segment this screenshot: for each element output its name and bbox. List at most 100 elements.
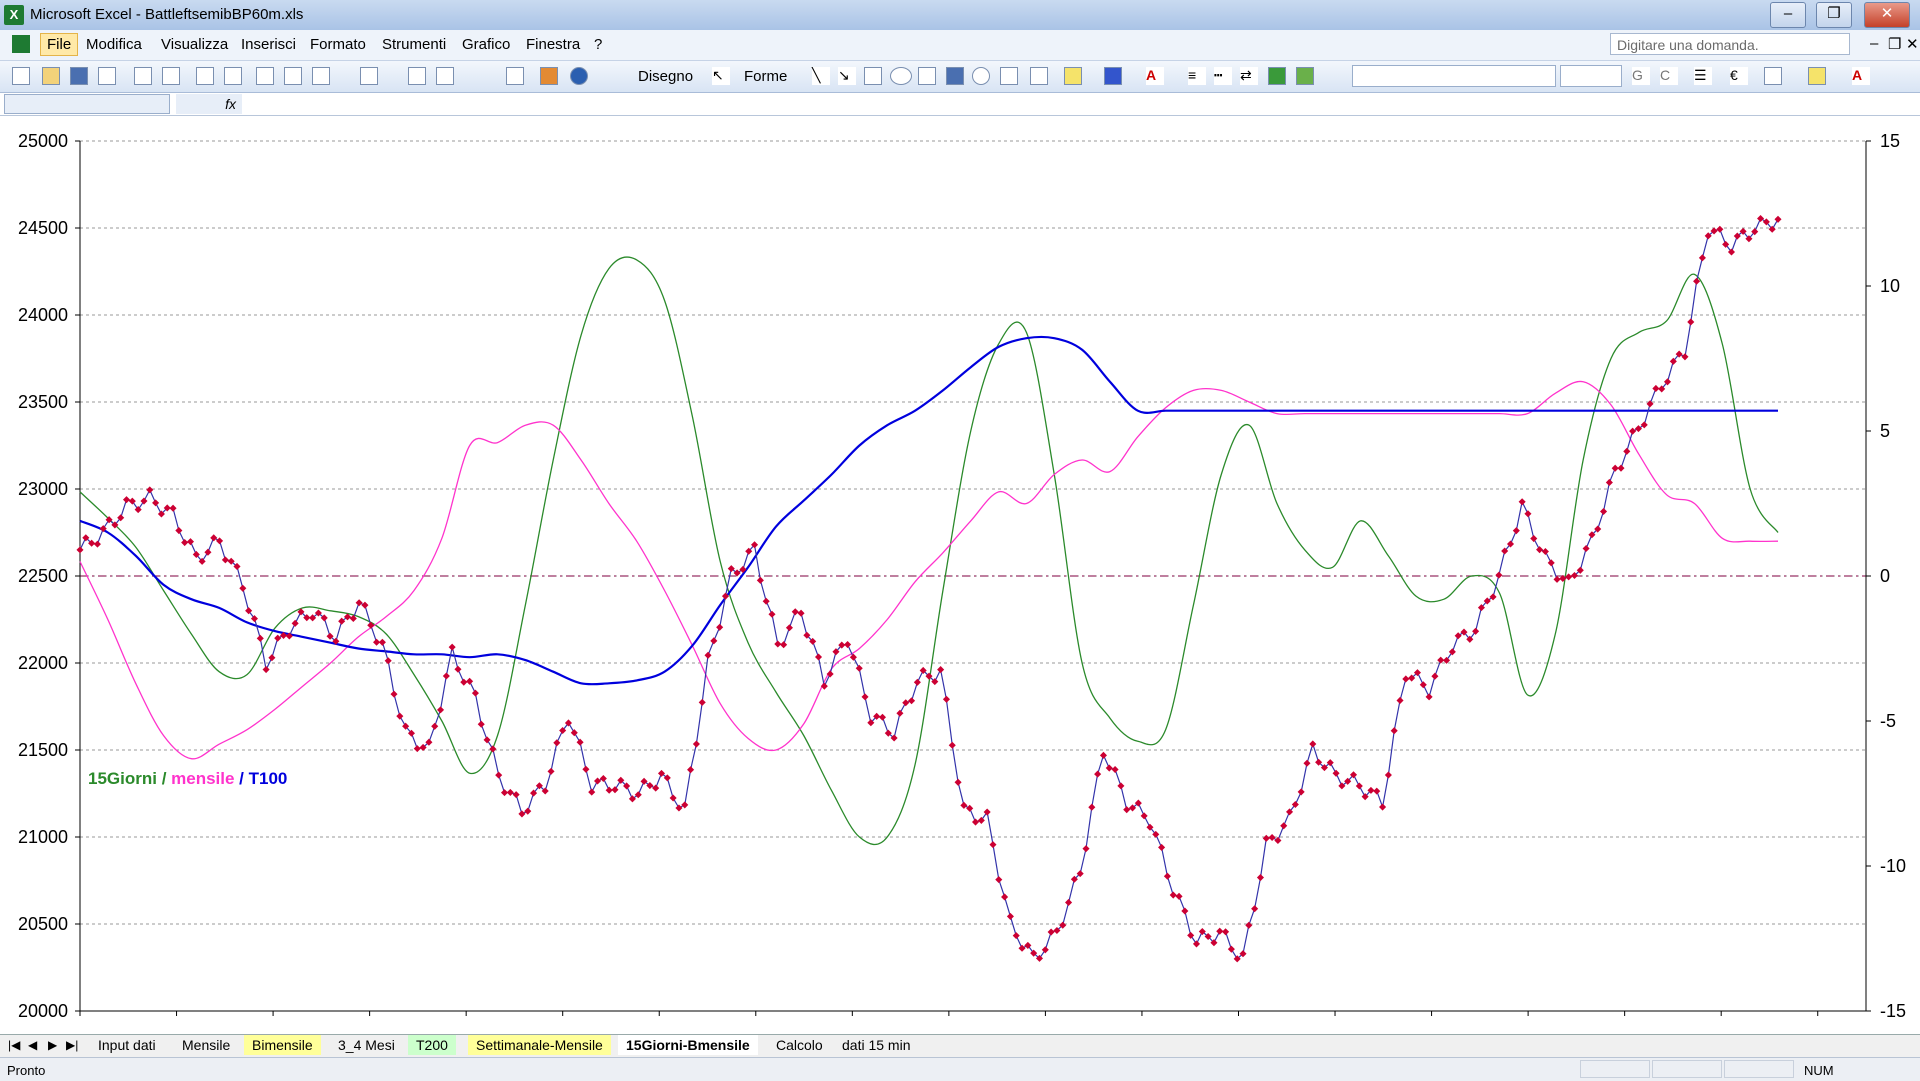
- cell-font-color-icon[interactable]: A: [1852, 67, 1870, 85]
- sheet-tab-3-4-mesi[interactable]: 3_4 Mesi: [330, 1035, 403, 1055]
- hyperlink-icon[interactable]: [408, 67, 426, 85]
- clipart-icon[interactable]: [1000, 67, 1018, 85]
- copy-icon[interactable]: [284, 67, 302, 85]
- sheet-tab-calcolo[interactable]: Calcolo: [768, 1035, 831, 1055]
- paste-icon[interactable]: [312, 67, 330, 85]
- fx-icon[interactable]: fx: [176, 94, 242, 114]
- last-sheet-icon[interactable]: ▶|: [66, 1038, 78, 1052]
- price-marker: [861, 693, 869, 701]
- menu-grafico[interactable]: Grafico: [462, 36, 510, 53]
- borders-icon[interactable]: [1764, 67, 1782, 85]
- new-icon[interactable]: [12, 67, 30, 85]
- rectangle-icon[interactable]: [864, 67, 882, 85]
- sheet-icon[interactable]: [12, 35, 30, 53]
- price-marker: [431, 722, 439, 730]
- wordart-icon[interactable]: [946, 67, 964, 85]
- doc-minimize-icon[interactable]: –: [1870, 35, 1878, 52]
- sheet-tab-t200[interactable]: T200: [408, 1035, 456, 1055]
- bold-icon[interactable]: G: [1632, 67, 1650, 85]
- menu-inserisci[interactable]: Inserisci: [241, 36, 296, 53]
- undo-icon[interactable]: [360, 67, 378, 85]
- sheet-tab-bimensile[interactable]: Bimensile: [244, 1035, 321, 1055]
- price-marker: [1187, 931, 1195, 939]
- chart-wizard-icon[interactable]: [540, 67, 558, 85]
- price-marker: [1646, 400, 1654, 408]
- price-marker: [1268, 833, 1276, 842]
- select-pointer-icon[interactable]: ↖: [712, 67, 730, 85]
- price-marker: [471, 689, 479, 697]
- arrow-icon[interactable]: ↘: [838, 67, 856, 85]
- shadow-icon[interactable]: [1268, 67, 1286, 85]
- cut-icon[interactable]: [256, 67, 274, 85]
- menu-strumenti[interactable]: Strumenti: [382, 36, 446, 53]
- line-style-icon[interactable]: ≡: [1188, 67, 1206, 85]
- menu-formato[interactable]: Formato: [310, 36, 366, 53]
- print-icon[interactable]: [134, 67, 152, 85]
- save-icon[interactable]: [70, 67, 88, 85]
- price-marker: [1117, 782, 1125, 790]
- arrow-style-icon[interactable]: ⇄: [1240, 67, 1258, 85]
- draw-menu[interactable]: Disegno: [638, 68, 693, 85]
- print-preview-icon[interactable]: [162, 67, 180, 85]
- menu-help[interactable]: ?: [594, 36, 602, 53]
- dash-style-icon[interactable]: ┅: [1214, 67, 1232, 85]
- align-icon[interactable]: ☰: [1694, 67, 1712, 85]
- doc-restore-icon[interactable]: ❐: [1888, 35, 1901, 53]
- restore-button[interactable]: ❐: [1816, 2, 1852, 28]
- first-sheet-icon[interactable]: |◀: [8, 1038, 20, 1052]
- font-color-icon[interactable]: A: [1146, 67, 1164, 85]
- line-color-icon[interactable]: [1104, 67, 1122, 85]
- textbox-icon[interactable]: [918, 67, 936, 85]
- chart-area[interactable]: 25000 24500 24000 23500 23000 22500 22000 21500…: [0, 116, 1920, 1033]
- help-icon[interactable]: [570, 67, 588, 85]
- next-sheet-icon[interactable]: ▶: [48, 1038, 57, 1052]
- y-left-tick-label: 24500: [18, 218, 68, 238]
- name-box[interactable]: [4, 94, 170, 114]
- price-marker: [506, 788, 514, 796]
- sum-icon[interactable]: [436, 67, 454, 85]
- sheet-tab-15giorni-bmensile[interactable]: 15Giorni-Bmensile: [618, 1035, 758, 1055]
- doc-close-icon[interactable]: ✕: [1906, 35, 1919, 53]
- oval-icon[interactable]: [890, 67, 912, 85]
- price-marker: [814, 653, 823, 661]
- price-marker: [1536, 546, 1544, 554]
- status-num: NUM: [1804, 1063, 1834, 1078]
- 3d-icon[interactable]: [1296, 67, 1314, 85]
- italic-icon[interactable]: C: [1660, 67, 1678, 85]
- price-marker: [1006, 912, 1014, 920]
- excel-app-icon[interactable]: X: [4, 5, 24, 25]
- sheet-tab-dati-15-min[interactable]: dati 15 min: [834, 1035, 918, 1055]
- font-name-select[interactable]: [1352, 65, 1556, 87]
- menu-file[interactable]: File: [40, 33, 79, 56]
- price-marker: [1297, 788, 1305, 796]
- legend-mensile: mensile: [171, 769, 234, 788]
- price-marker: [710, 637, 718, 645]
- price-marker: [820, 682, 828, 690]
- sheet-tab-settimanale-mensile[interactable]: Settimanale-Mensile: [468, 1035, 611, 1055]
- spelling-icon[interactable]: [196, 67, 214, 85]
- cell-fill-icon[interactable]: [1808, 67, 1826, 85]
- price-marker: [698, 698, 706, 706]
- menu-visualizza[interactable]: Visualizza: [161, 36, 228, 53]
- prev-sheet-icon[interactable]: ◀: [28, 1038, 37, 1052]
- sheet-tab-input-dati[interactable]: Input dati: [90, 1035, 164, 1055]
- shapes-menu[interactable]: Forme: [744, 68, 787, 85]
- fill-color-icon[interactable]: [1064, 67, 1082, 85]
- menu-modifica[interactable]: Modifica: [86, 36, 142, 53]
- sort-icon[interactable]: [506, 67, 524, 85]
- open-icon[interactable]: [42, 67, 60, 85]
- euro-icon[interactable]: €: [1730, 67, 1748, 85]
- diagram-icon[interactable]: [972, 67, 990, 85]
- permission-icon[interactable]: [98, 67, 116, 85]
- ask-question-input[interactable]: Digitare una domanda.: [1610, 33, 1850, 55]
- sheet-tab-mensile[interactable]: Mensile: [174, 1035, 238, 1055]
- research-icon[interactable]: [224, 67, 242, 85]
- picture-icon[interactable]: [1030, 67, 1048, 85]
- close-button[interactable]: ✕: [1864, 2, 1910, 28]
- menu-finestra[interactable]: Finestra: [526, 36, 580, 53]
- minimize-button[interactable]: –: [1770, 2, 1806, 28]
- font-size-select[interactable]: [1560, 65, 1622, 87]
- price-marker: [1396, 696, 1404, 704]
- line-icon[interactable]: ╲: [812, 67, 830, 85]
- y-left-tick-label: 24000: [18, 305, 68, 325]
